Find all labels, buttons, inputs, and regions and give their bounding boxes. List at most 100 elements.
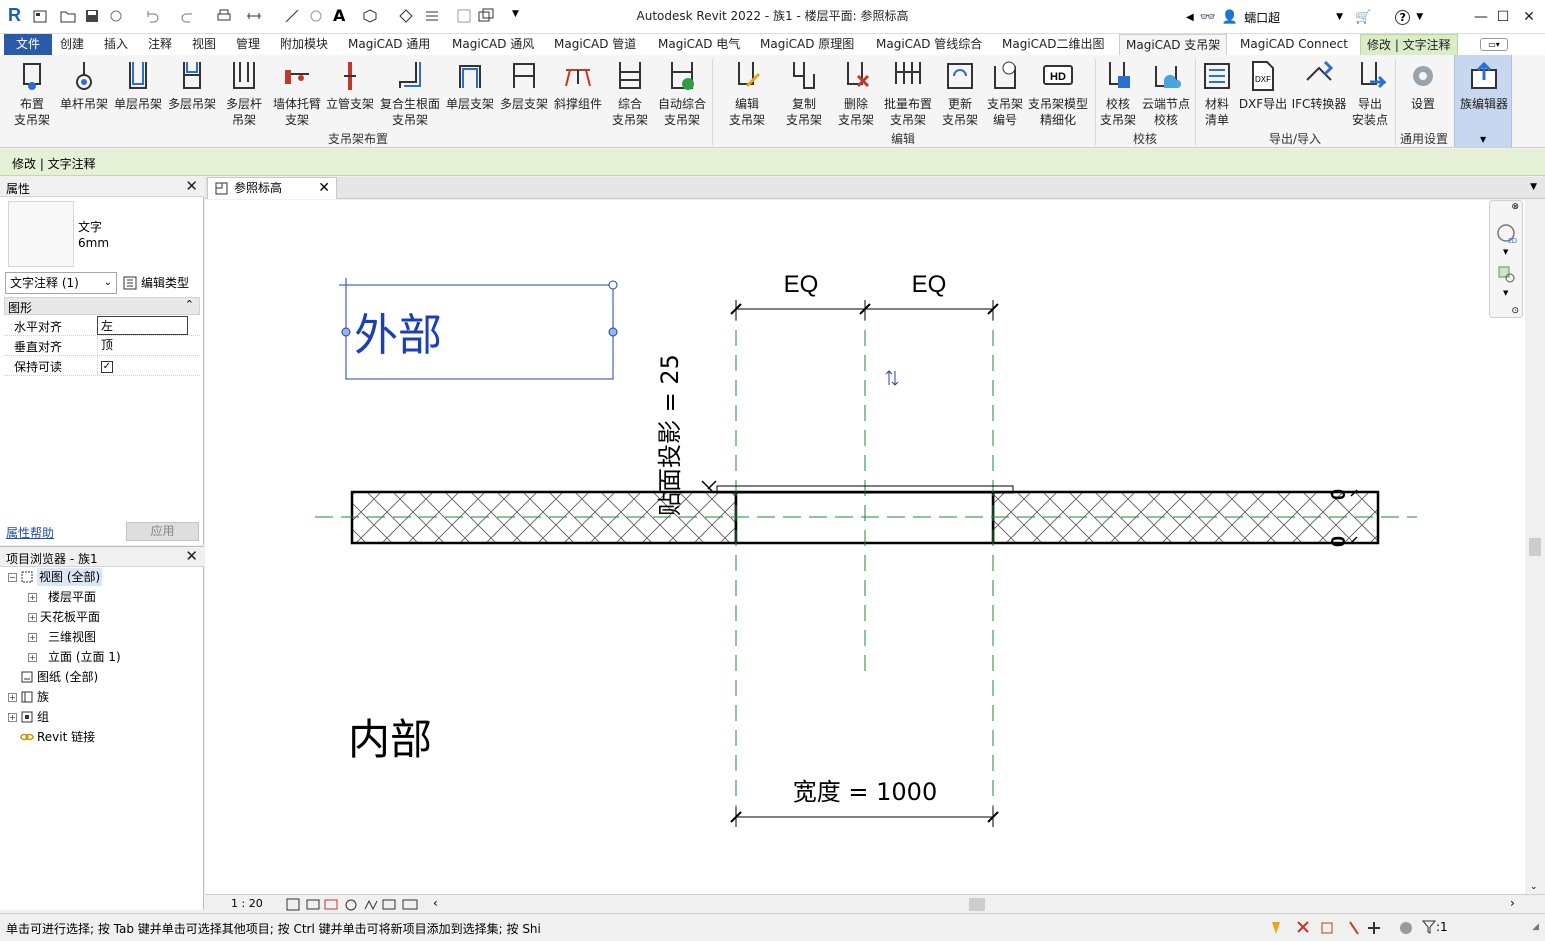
panel-label-layout[interactable]: 支吊架布置: [6, 132, 710, 146]
expand-icon[interactable]: +: [28, 632, 37, 642]
wheel-dropdown-icon[interactable]: ▼: [1503, 248, 1508, 256]
resize-handle-left[interactable]: [341, 327, 351, 337]
group-graphics[interactable]: 图形 ⌃: [4, 297, 200, 315]
ribbon-minimize-toggle[interactable]: ▭▾: [1480, 38, 1508, 51]
cloud-check-button[interactable]: 云端节点 校核: [1140, 58, 1192, 130]
close-hidden-icon[interactable]: [456, 8, 472, 24]
binoculars-icon[interactable]: 👓: [1200, 10, 1216, 25]
tree-item-sheets[interactable]: 图纸 (全部): [8, 668, 98, 686]
scroll-down-icon[interactable]: ⌄: [1530, 882, 1538, 892]
auto-integrated-hanger-button[interactable]: 自动综合 支吊架: [656, 58, 708, 130]
zero-label-bottom[interactable]: 0: [1326, 536, 1348, 547]
hanger-number-button[interactable]: 支吊架 编号: [982, 58, 1028, 130]
hd-model-button[interactable]: HD 支吊架模型 精细化: [1026, 58, 1090, 130]
filter-icon[interactable]: [1422, 920, 1436, 934]
delete-hanger-button[interactable]: 删除 支吊架: [830, 58, 882, 130]
tab-create[interactable]: 创建: [54, 34, 90, 55]
multi-layer-support-button[interactable]: 多层支架: [498, 58, 550, 130]
properties-help-link[interactable]: 属性帮助: [6, 524, 54, 541]
help-dropdown-icon[interactable]: ▼: [1416, 12, 1423, 22]
collapse-icon[interactable]: ⌃: [185, 298, 194, 311]
switch-windows-icon[interactable]: [478, 8, 494, 24]
section-icon[interactable]: [398, 8, 414, 24]
horizontal-scrollbar[interactable]: [441, 895, 1531, 914]
tab-addins[interactable]: 附加模块: [274, 34, 334, 55]
minimize-button[interactable]: —: [1470, 6, 1492, 28]
wall-bracket-button[interactable]: 墙体托臂 支架: [270, 58, 324, 130]
tab-magicad-piping[interactable]: MagiCAD 管道: [548, 34, 642, 55]
browser-close-icon[interactable]: ✕: [185, 547, 198, 565]
zoom-region-icon[interactable]: [1497, 265, 1517, 285]
doc-tab-reference-level[interactable]: 参照标高 ✕: [207, 177, 337, 199]
single-layer-support-button[interactable]: 单层支架: [444, 58, 496, 130]
scroll-right-icon[interactable]: ›: [1510, 896, 1515, 910]
rotate-handle[interactable]: [608, 280, 618, 290]
properties-close-icon[interactable]: ✕: [185, 177, 198, 195]
tab-manage[interactable]: 管理: [230, 34, 266, 55]
single-rod-hanger-button[interactable]: 单杆吊架: [58, 58, 110, 130]
panel-label-check[interactable]: 校核: [1096, 132, 1194, 146]
expand-icon[interactable]: +: [8, 692, 17, 702]
multi-layer-hanger-button[interactable]: 多层吊架: [166, 58, 218, 130]
tab-magicad-connect[interactable]: MagiCAD Connect: [1234, 34, 1354, 55]
export-points-button[interactable]: 导出 安装点: [1348, 58, 1392, 130]
open-icon[interactable]: [60, 8, 76, 24]
move-handle-icon[interactable]: [339, 278, 353, 292]
view-scale[interactable]: 1 : 20: [231, 897, 263, 910]
undo-icon[interactable]: [144, 8, 160, 24]
expand-icon[interactable]: +: [28, 652, 37, 662]
selection-count[interactable]: :1: [1436, 920, 1448, 934]
print-icon[interactable]: [216, 8, 232, 24]
composite-root-button[interactable]: 复合生根面 支吊架: [378, 58, 442, 130]
maximize-button[interactable]: ☐: [1492, 6, 1514, 28]
nav-options-icon[interactable]: ⊙: [1511, 306, 1519, 316]
3d-view-icon[interactable]: [362, 8, 378, 24]
multi-rod-hanger-button[interactable]: 多层杆 吊架: [220, 58, 268, 130]
user-icon[interactable]: 👤: [1222, 10, 1238, 25]
tab-view[interactable]: 视图: [186, 34, 222, 55]
diagonal-brace-button[interactable]: 斜撑组件: [552, 58, 604, 130]
tab-list-chevron-icon[interactable]: ▼: [1530, 182, 1537, 192]
text-tool-icon[interactable]: A: [333, 6, 345, 25]
save-icon[interactable]: [84, 8, 100, 24]
zoom-dropdown-icon[interactable]: ▼: [1503, 289, 1508, 297]
user-name[interactable]: 蠕口超: [1244, 9, 1280, 26]
prop-value-vertical-align[interactable]: 顶: [97, 336, 200, 355]
aligned-dimension-icon[interactable]: [284, 8, 300, 24]
tree-item-revit-links[interactable]: Revit 链接: [20, 728, 95, 746]
cart-icon[interactable]: 🛒: [1355, 10, 1371, 25]
width-label[interactable]: 宽度 = 1000: [793, 778, 937, 806]
thin-lines-icon[interactable]: [424, 8, 440, 24]
copy-hanger-button[interactable]: 复制 支吊架: [778, 58, 830, 130]
tree-item-3d-views[interactable]: + 三维视图: [28, 628, 96, 646]
tree-item-families[interactable]: + 族: [8, 688, 49, 706]
panel-label-edit[interactable]: 编辑: [713, 132, 1093, 146]
tree-item-floor-plans[interactable]: + 楼层平面: [28, 588, 96, 606]
window-resize-grip-icon[interactable]: ◢: [1532, 922, 1539, 932]
revit-logo-icon[interactable]: R: [8, 5, 21, 26]
close-button[interactable]: ✕: [1518, 6, 1540, 28]
family-editor-button[interactable]: 族编辑器 ▼: [1454, 55, 1512, 147]
resize-handle-right[interactable]: [608, 327, 618, 337]
tree-item-views[interactable]: − 视图 (全部): [8, 568, 103, 586]
back-arrow-icon[interactable]: ◀: [1186, 12, 1194, 23]
home-icon[interactable]: [32, 8, 48, 24]
help-icon[interactable]: ?: [1395, 9, 1411, 25]
steering-wheel-icon[interactable]: 2D: [1496, 223, 1518, 245]
panel-expand-icon[interactable]: ▼: [1480, 135, 1486, 144]
batch-place-button[interactable]: 批量布置 支吊架: [880, 58, 936, 130]
drawing-canvas[interactable]: EQ EQ 宽度 = 1000 贴面投影 = 25 0 0 外部 内部: [205, 200, 1525, 894]
integrated-hanger-button[interactable]: 综合 支吊架: [604, 58, 656, 130]
tab-magicad-ventilation[interactable]: MagiCAD 通风: [446, 34, 540, 55]
eq-label-right[interactable]: EQ: [912, 271, 947, 298]
update-hanger-button[interactable]: 更新 支吊架: [934, 58, 986, 130]
settings-button[interactable]: 设置: [1398, 58, 1448, 130]
redo-icon[interactable]: [180, 8, 196, 24]
view-controls-icons[interactable]: [285, 897, 435, 912]
selection-filter-icons[interactable]: [1268, 919, 1418, 937]
tree-item-ceiling-plans[interactable]: + 天花板平面: [28, 608, 100, 626]
tree-item-elevations[interactable]: + 立面 (立面 1): [28, 648, 121, 666]
nav-bar-close-icon[interactable]: ⊗: [1511, 202, 1519, 212]
single-layer-hanger-button[interactable]: 单层吊架: [112, 58, 164, 130]
tag-icon[interactable]: [308, 8, 324, 24]
